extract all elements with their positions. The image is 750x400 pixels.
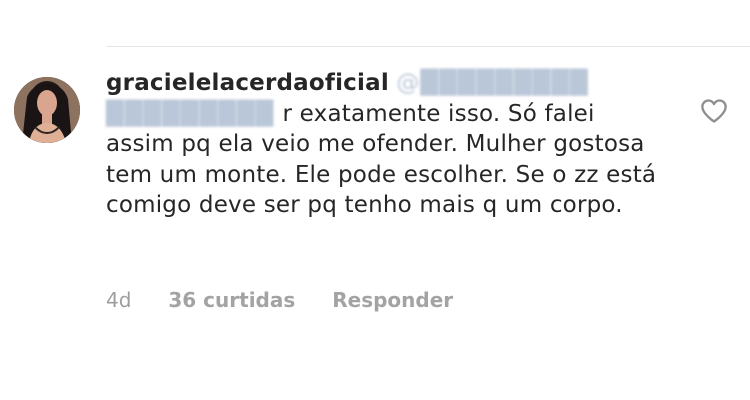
heart-outline-icon[interactable]	[700, 98, 728, 124]
comment-text: gracielelacerdaoficial @█████████ ██████…	[106, 68, 666, 221]
comment-first-line: r exatamente isso. Só falei	[282, 100, 595, 127]
likes-count[interactable]: 36 curtidas	[168, 288, 295, 312]
comment-meta: 4d 36 curtidas Responder	[106, 288, 483, 312]
comment-time: 4d	[106, 288, 132, 312]
comment: gracielelacerdaoficial @█████████ ██████…	[106, 68, 666, 221]
comment-body: assim pq ela veio me ofender. Mulher gos…	[106, 131, 657, 218]
comment-redacted-fragment: █████████	[106, 100, 283, 127]
avatar[interactable]	[14, 77, 80, 143]
reply-button[interactable]: Responder	[332, 288, 453, 312]
top-divider	[106, 46, 750, 47]
comment-username[interactable]: gracielelacerdaoficial	[106, 70, 389, 96]
comment-mention[interactable]: @█████████	[396, 70, 588, 96]
avatar-image	[14, 77, 80, 143]
